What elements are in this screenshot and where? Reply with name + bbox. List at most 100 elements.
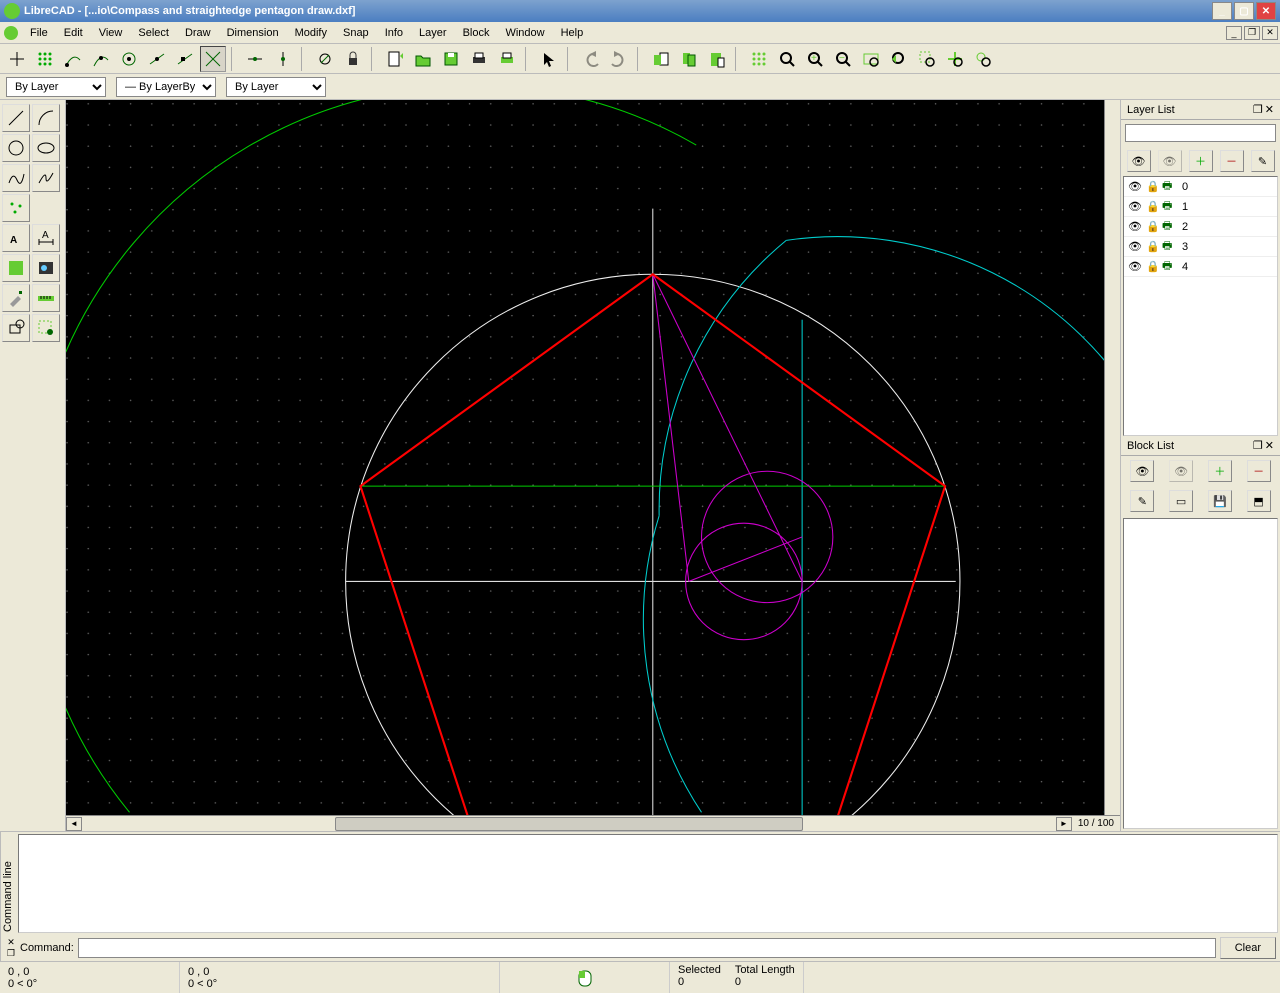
layer-showall-icon[interactable]: 👁: [1127, 150, 1151, 172]
layer-name[interactable]: 3: [1182, 241, 1188, 253]
print-icon[interactable]: 🖶: [1162, 257, 1178, 276]
command-input[interactable]: [78, 938, 1216, 958]
menu-window[interactable]: Window: [497, 24, 552, 42]
polyline-tool-icon[interactable]: [32, 164, 60, 192]
block-list[interactable]: [1123, 518, 1278, 829]
zoom-prev-icon[interactable]: [886, 46, 912, 72]
text-tool-icon[interactable]: A: [2, 224, 30, 252]
layer-list[interactable]: 👁🔒🖶0 👁🔒🖶1 👁🔒🖶2 👁🔒🖶3 👁🔒🖶4: [1123, 176, 1278, 436]
print-icon[interactable]: 🖶: [1162, 197, 1178, 216]
menu-block[interactable]: Block: [455, 24, 498, 42]
horizontal-scrollbar[interactable]: ◄ ► 10 / 100: [66, 815, 1120, 831]
menu-draw[interactable]: Draw: [177, 24, 219, 42]
snap-free-icon[interactable]: [4, 46, 30, 72]
block-undock-icon[interactable]: ❐: [1253, 439, 1263, 452]
lock-icon[interactable]: 🔒: [1146, 260, 1158, 273]
layer-close-icon[interactable]: ✕: [1265, 103, 1274, 116]
close-button[interactable]: ✕: [1256, 2, 1276, 20]
restrict-vert-icon[interactable]: [270, 46, 296, 72]
drawing-canvas[interactable]: ◄ ► 10 / 100: [66, 100, 1120, 831]
layer-name[interactable]: 0: [1182, 181, 1188, 193]
print-icon[interactable]: 🖶: [1162, 237, 1178, 256]
block-add-icon[interactable]: ＋: [1208, 460, 1232, 482]
vertical-scrollbar[interactable]: [1104, 100, 1120, 815]
copy-icon[interactable]: [676, 46, 702, 72]
grid-toggle-icon[interactable]: [746, 46, 772, 72]
block-hideall-icon[interactable]: 👁: [1169, 460, 1193, 482]
snap-intersection-icon[interactable]: [200, 46, 226, 72]
zoom-select-icon[interactable]: [970, 46, 996, 72]
pointer-icon[interactable]: [536, 46, 562, 72]
menu-info[interactable]: Info: [377, 24, 411, 42]
hatch-tool-icon[interactable]: [2, 254, 30, 282]
zoom-window-icon[interactable]: [914, 46, 940, 72]
layer-name[interactable]: 1: [1182, 201, 1188, 213]
command-output[interactable]: [18, 834, 1278, 933]
snap-middle-icon[interactable]: [144, 46, 170, 72]
menu-dimension[interactable]: Dimension: [219, 24, 287, 42]
menu-edit[interactable]: Edit: [56, 24, 91, 42]
block-remove-icon[interactable]: －: [1247, 460, 1271, 482]
lock-relative-icon[interactable]: [340, 46, 366, 72]
layer-edit-icon[interactable]: ✎: [1251, 150, 1275, 172]
lock-icon[interactable]: 🔒: [1146, 200, 1158, 213]
lock-icon[interactable]: 🔒: [1146, 220, 1158, 233]
canvas-svg[interactable]: [66, 100, 1104, 815]
open-icon[interactable]: [410, 46, 436, 72]
block-insert-icon[interactable]: ⬒: [1247, 490, 1271, 512]
modify-tool-icon[interactable]: [2, 284, 30, 312]
circle-tool-icon[interactable]: [2, 134, 30, 162]
maximize-button[interactable]: ▢: [1234, 2, 1254, 20]
print-icon[interactable]: 🖶: [1162, 217, 1178, 236]
zoom-in-icon[interactable]: +: [802, 46, 828, 72]
eye-icon[interactable]: 👁: [1128, 260, 1142, 273]
mdi-restore[interactable]: ❐: [1244, 26, 1260, 40]
point-tool-icon[interactable]: [2, 194, 30, 222]
minimize-button[interactable]: _: [1212, 2, 1232, 20]
relative-zero-icon[interactable]: [312, 46, 338, 72]
layer-name[interactable]: 2: [1182, 221, 1188, 233]
print-icon[interactable]: 🖶: [1162, 177, 1178, 196]
select-tool-icon[interactable]: [32, 314, 60, 342]
color-select[interactable]: By Layer: [6, 77, 106, 97]
print-preview-icon[interactable]: [494, 46, 520, 72]
eye-icon[interactable]: 👁: [1128, 200, 1142, 213]
save-icon[interactable]: [438, 46, 464, 72]
layer-hideall-icon[interactable]: 👁: [1158, 150, 1182, 172]
zoom-auto-icon[interactable]: [858, 46, 884, 72]
snap-center-icon[interactable]: [116, 46, 142, 72]
linetype-select[interactable]: — By LayerBy Layer: [116, 77, 216, 97]
block-edit-icon[interactable]: ▭: [1169, 490, 1193, 512]
command-close-icon[interactable]: ✕❐: [7, 937, 15, 959]
redo-icon[interactable]: [606, 46, 632, 72]
layer-name[interactable]: 4: [1182, 261, 1188, 273]
snap-grid-icon[interactable]: [32, 46, 58, 72]
block-attr-icon[interactable]: ✎: [1130, 490, 1154, 512]
layer-add-icon[interactable]: ＋: [1189, 150, 1213, 172]
scroll-right-arrow[interactable]: ►: [1056, 817, 1072, 831]
zoom-redraw-icon[interactable]: [774, 46, 800, 72]
new-icon[interactable]: [382, 46, 408, 72]
block-save-icon[interactable]: 💾: [1208, 490, 1232, 512]
spline-tool-icon[interactable]: [2, 164, 30, 192]
layer-remove-icon[interactable]: －: [1220, 150, 1244, 172]
scroll-thumb[interactable]: [335, 817, 802, 831]
restrict-horiz-icon[interactable]: [242, 46, 268, 72]
clear-button[interactable]: Clear: [1220, 937, 1276, 959]
scroll-left-arrow[interactable]: ◄: [66, 817, 82, 831]
lineweight-select[interactable]: By Layer: [226, 77, 326, 97]
menu-modify[interactable]: Modify: [287, 24, 335, 42]
undo-icon[interactable]: [578, 46, 604, 72]
block-tool-icon[interactable]: [2, 314, 30, 342]
eye-icon[interactable]: 👁: [1128, 220, 1142, 233]
menu-help[interactable]: Help: [553, 24, 592, 42]
menu-view[interactable]: View: [91, 24, 131, 42]
zoom-pan-icon[interactable]: [942, 46, 968, 72]
menu-select[interactable]: Select: [130, 24, 177, 42]
layer-filter-input[interactable]: [1125, 124, 1276, 142]
layer-undock-icon[interactable]: ❐: [1253, 103, 1263, 116]
snap-entity-icon[interactable]: [88, 46, 114, 72]
mdi-minimize[interactable]: _: [1226, 26, 1242, 40]
arc-tool-icon[interactable]: [32, 104, 60, 132]
ellipse-tool-icon[interactable]: [32, 134, 60, 162]
